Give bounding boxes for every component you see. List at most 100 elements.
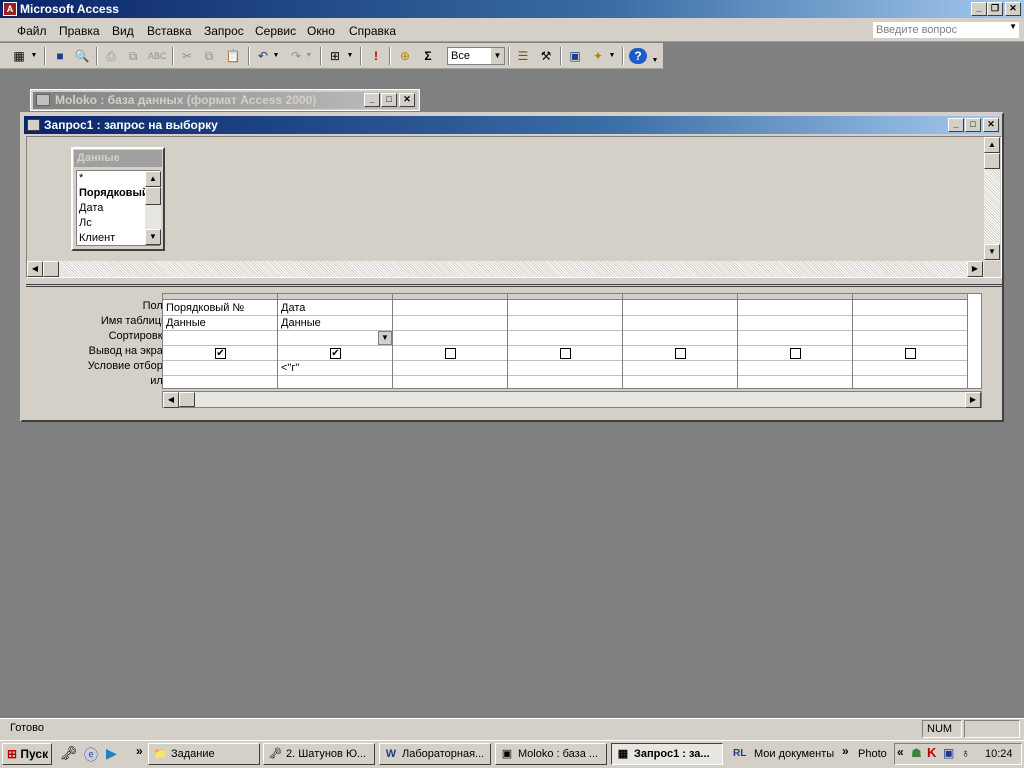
scroll-up-icon[interactable]: ▲ bbox=[984, 137, 1000, 153]
field-list[interactable]: * Порядковый Дата Лс Клиент ▲ ▼ bbox=[76, 170, 161, 246]
taskbar-button[interactable]: W Лабораторная... bbox=[379, 743, 491, 765]
query-minimize-button[interactable]: _ bbox=[948, 118, 964, 132]
grid-column[interactable] bbox=[508, 294, 623, 388]
sort-cell[interactable] bbox=[508, 331, 622, 346]
help-icon[interactable]: ? bbox=[629, 48, 647, 64]
column-selector[interactable] bbox=[163, 294, 277, 300]
grid-hscroll[interactable]: ◀ ▶ bbox=[162, 391, 982, 408]
scroll-right-icon[interactable]: ▶ bbox=[967, 261, 983, 277]
scroll-left-icon[interactable]: ◀ bbox=[27, 261, 43, 277]
field-cell[interactable] bbox=[623, 301, 737, 316]
build-icon[interactable]: ⚒ bbox=[537, 48, 555, 64]
redo-icon[interactable]: ↷ bbox=[287, 48, 305, 64]
sort-cell[interactable] bbox=[853, 331, 967, 346]
show-checkbox[interactable] bbox=[445, 348, 456, 359]
criteria-cell[interactable]: <"г" bbox=[278, 361, 392, 376]
column-selector[interactable] bbox=[738, 294, 852, 300]
query-close-button[interactable]: ✕ bbox=[983, 118, 999, 132]
field-cell[interactable]: Дата bbox=[278, 301, 392, 316]
photo-link[interactable]: Photo bbox=[858, 748, 887, 760]
column-selector[interactable] bbox=[623, 294, 737, 300]
or-cell[interactable] bbox=[623, 376, 737, 388]
scroll-up-icon[interactable]: ▲ bbox=[981, 294, 982, 310]
show-cell[interactable] bbox=[623, 346, 737, 361]
links-chevron-icon[interactable]: » bbox=[842, 744, 849, 758]
sort-cell[interactable] bbox=[623, 331, 737, 346]
show-cell[interactable] bbox=[508, 346, 622, 361]
scroll-left-icon[interactable]: ◀ bbox=[163, 392, 179, 408]
spelling-icon[interactable]: ABC bbox=[148, 48, 167, 64]
quicklaunch-chevron-icon[interactable]: » bbox=[136, 744, 143, 758]
run-icon[interactable]: ! bbox=[367, 48, 385, 64]
or-cell[interactable] bbox=[163, 376, 277, 388]
scroll-up-icon[interactable]: ▲ bbox=[145, 171, 161, 187]
table-cell[interactable] bbox=[738, 316, 852, 331]
antivirus-icon[interactable]: K bbox=[927, 745, 936, 760]
menu-file[interactable]: Файл bbox=[17, 24, 47, 38]
table-cell[interactable]: Данные bbox=[163, 316, 277, 331]
taskbar-button[interactable]: ▦ Запрос1 : за... bbox=[611, 743, 723, 765]
network-icon[interactable]: ☗ bbox=[911, 746, 922, 760]
menu-help[interactable]: Справка bbox=[349, 24, 396, 38]
grid-column[interactable]: Порядковый № Данные ✔ bbox=[163, 294, 278, 388]
copy-icon[interactable]: ⧉ bbox=[200, 48, 218, 64]
table-pane[interactable]: Данные * Порядковый Дата Лс Клиент ▲ ▼ ▲… bbox=[26, 136, 1002, 278]
taskbar-button[interactable]: 📁 Задание bbox=[148, 743, 260, 765]
my-documents-link[interactable]: Мои документы bbox=[754, 748, 834, 760]
chevron-down-icon[interactable]: ▼ bbox=[1009, 22, 1017, 31]
query-window-title-bar[interactable]: Запрос1 : запрос на выборку bbox=[24, 116, 1000, 134]
db-minimize-button[interactable]: _ bbox=[364, 93, 380, 107]
criteria-cell[interactable] bbox=[853, 361, 967, 376]
tray-chevron-icon[interactable]: « bbox=[897, 745, 904, 759]
cut-icon[interactable]: ✂ bbox=[178, 48, 196, 64]
new-object-dropdown-icon[interactable]: ▼ bbox=[608, 48, 616, 64]
redo-dropdown-icon[interactable]: ▼ bbox=[305, 48, 313, 64]
list-item[interactable]: Порядковый bbox=[79, 187, 149, 199]
show-cell[interactable]: ✔ bbox=[278, 346, 392, 361]
database-window[interactable]: Moloko : база данных (формат Access 2000… bbox=[30, 89, 420, 111]
table-cell[interactable] bbox=[393, 316, 507, 331]
column-selector[interactable] bbox=[393, 294, 507, 300]
restore-button[interactable]: ❐ bbox=[987, 2, 1003, 16]
database-window-title[interactable]: Moloko : база данных (формат Access 2000… bbox=[33, 92, 417, 109]
db-close-button[interactable]: ✕ bbox=[399, 93, 415, 107]
list-item[interactable]: Лс bbox=[79, 217, 92, 229]
table-cell[interactable]: Данные bbox=[278, 316, 392, 331]
grid-column[interactable] bbox=[853, 294, 968, 388]
show-cell[interactable]: ✔ bbox=[163, 346, 277, 361]
totals-icon[interactable]: Σ bbox=[419, 48, 437, 64]
show-checkbox[interactable]: ✔ bbox=[215, 348, 226, 359]
menu-view[interactable]: Вид bbox=[112, 24, 134, 38]
list-item[interactable]: Клиент bbox=[79, 232, 115, 244]
menu-query[interactable]: Запрос bbox=[204, 24, 244, 38]
column-selector[interactable] bbox=[853, 294, 967, 300]
table-cell[interactable] bbox=[853, 316, 967, 331]
criteria-cell[interactable] bbox=[623, 361, 737, 376]
ie-icon[interactable]: ⓔ bbox=[84, 745, 98, 765]
chevron-down-icon[interactable]: ▼ bbox=[491, 48, 504, 64]
properties-icon[interactable]: ☰ bbox=[514, 48, 532, 64]
sort-cell[interactable]: ▼ bbox=[278, 331, 392, 346]
show-cell[interactable] bbox=[853, 346, 967, 361]
grid-vscroll[interactable]: ▲ ▼ bbox=[981, 294, 982, 389]
start-button[interactable]: ⊞ Пуск bbox=[2, 743, 52, 765]
grid-column[interactable]: Дата Данные ▼ ✔ <"г" bbox=[278, 294, 393, 388]
close-button[interactable]: ✕ bbox=[1005, 2, 1021, 16]
grid-column[interactable] bbox=[623, 294, 738, 388]
show-cell[interactable] bbox=[738, 346, 852, 361]
taskbar-button[interactable]: ▣ Moloko : база ... bbox=[495, 743, 607, 765]
field-cell[interactable] bbox=[508, 301, 622, 316]
or-cell[interactable] bbox=[738, 376, 852, 388]
view-icon[interactable]: ▦ bbox=[10, 48, 28, 64]
or-cell[interactable] bbox=[508, 376, 622, 388]
table-pane-hscroll[interactable]: ◀ ▶ bbox=[27, 261, 984, 277]
table-pane-vscroll[interactable]: ▲ ▼ bbox=[984, 137, 1000, 261]
grid-column[interactable] bbox=[738, 294, 853, 388]
new-object-icon[interactable]: ✦ bbox=[589, 48, 607, 64]
scroll-down-icon[interactable]: ▼ bbox=[984, 244, 1000, 260]
sort-cell[interactable] bbox=[393, 331, 507, 346]
show-checkbox[interactable] bbox=[560, 348, 571, 359]
show-checkbox[interactable] bbox=[905, 348, 916, 359]
show-cell[interactable] bbox=[393, 346, 507, 361]
criteria-cell[interactable] bbox=[508, 361, 622, 376]
